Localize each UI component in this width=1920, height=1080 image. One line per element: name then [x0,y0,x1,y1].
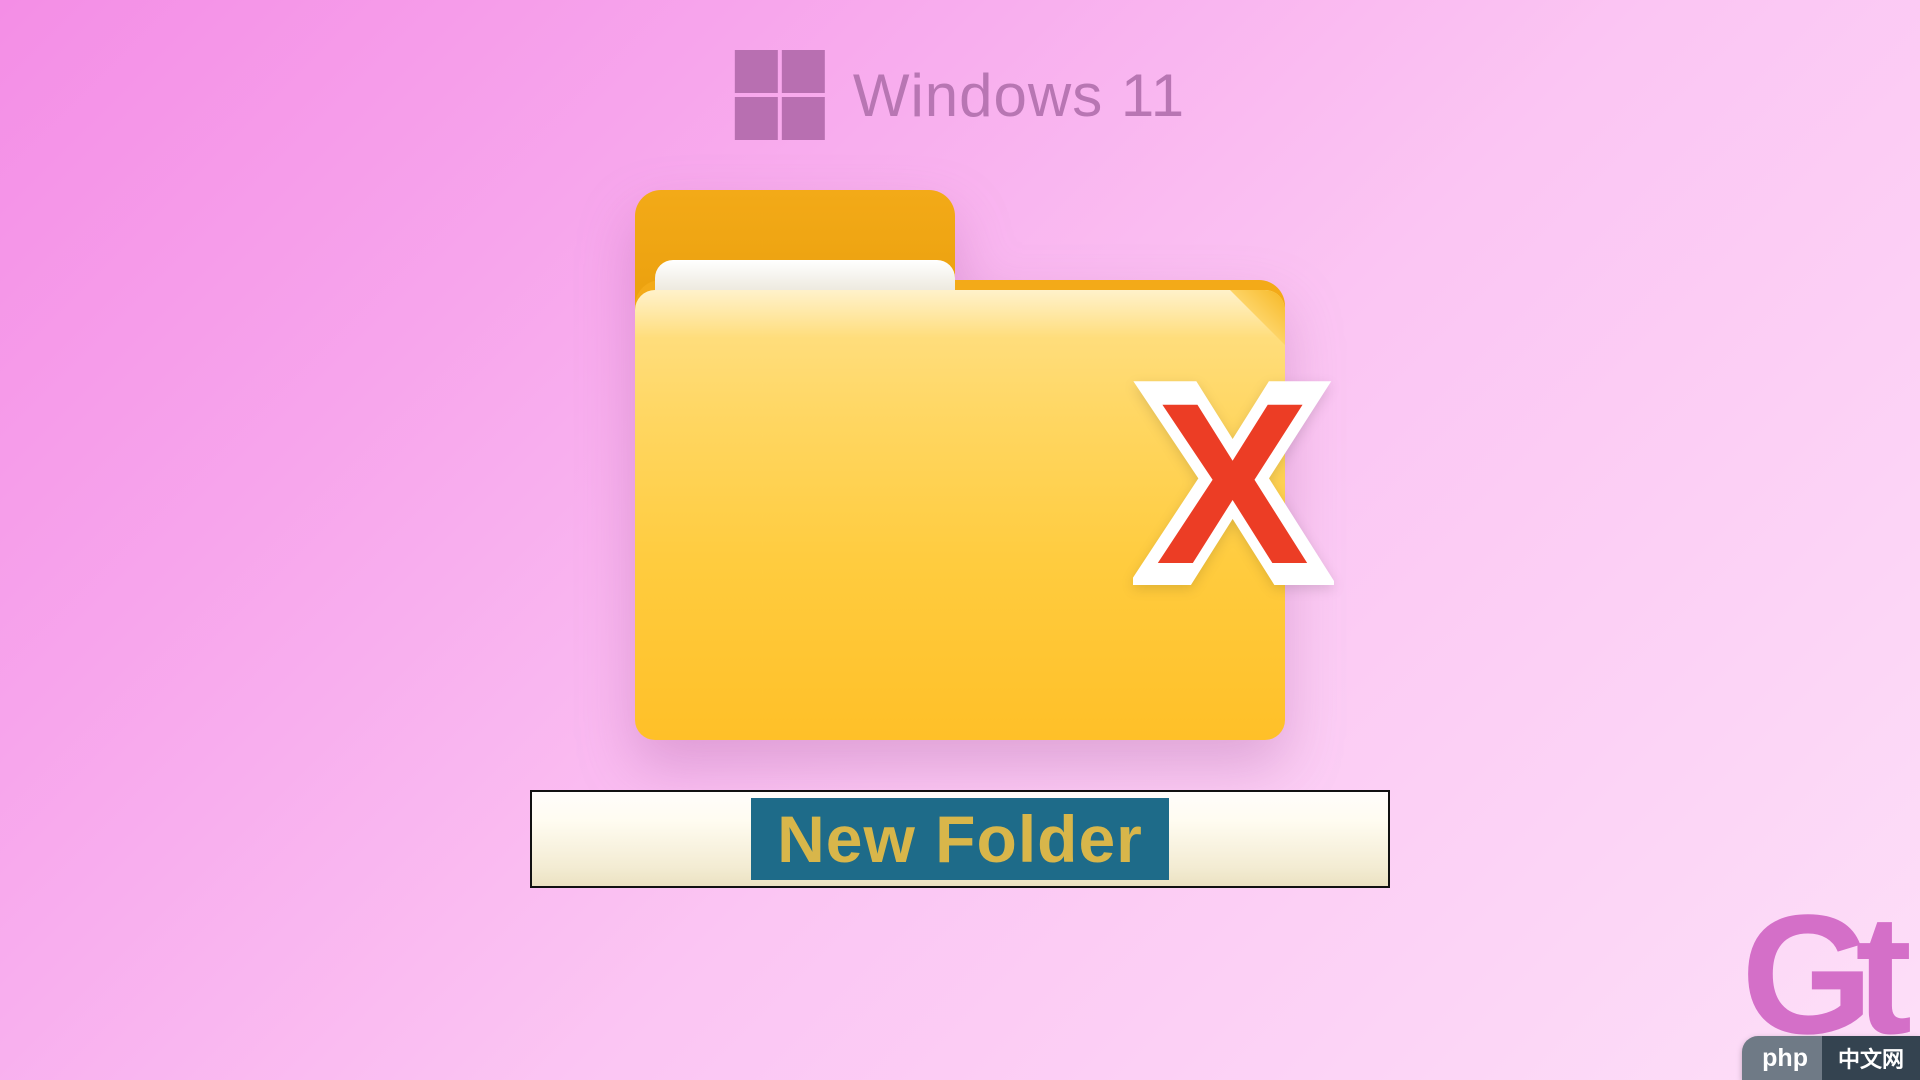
rename-text-field[interactable]: New Folder [530,790,1390,888]
windows-11-label: Windows 11 [853,61,1185,130]
windows-11-header: Windows 11 [735,50,1185,140]
php-watermark-left: php [1742,1036,1822,1080]
php-watermark-badge: php 中文网 [1742,1036,1920,1080]
windows-logo-icon [735,50,825,140]
rename-text-selection: New Folder [751,798,1169,880]
gt-brand-logo: Gt [1741,890,1894,1060]
php-watermark-right: 中文网 [1822,1036,1920,1080]
rename-text-value: New Folder [777,801,1143,877]
illustration-canvas: Windows 11 X X New Folder Gt php 中文网 [0,0,1920,1080]
error-x-icon: X X [1150,384,1315,584]
